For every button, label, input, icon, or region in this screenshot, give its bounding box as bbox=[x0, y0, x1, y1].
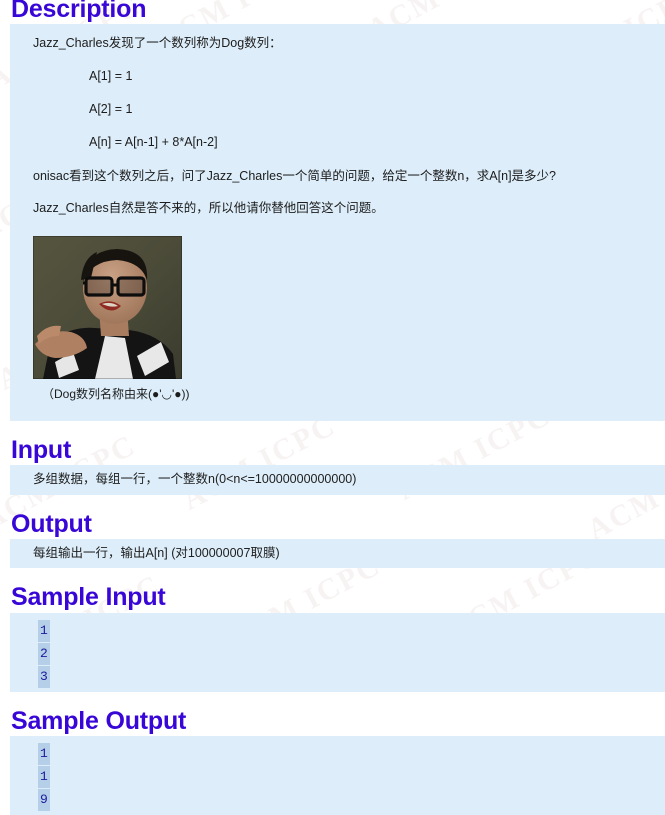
dog-origin-photo bbox=[33, 235, 182, 379]
sample-output-value: 1 bbox=[38, 742, 50, 765]
section-heading-sample-output: Sample Output bbox=[11, 706, 187, 735]
section-heading-sample-input: Sample Input bbox=[11, 583, 166, 612]
sample-output-line: 1 bbox=[10, 742, 665, 765]
section-heading-input: Input bbox=[11, 436, 72, 465]
output-content-block: 每组输出一行，输出A[n] (对100000007取膜) bbox=[10, 538, 665, 569]
formula-line-3: A[n] = A[n-1] + 8*A[n-2] bbox=[89, 135, 218, 150]
formula-line-2: A[2] = 1 bbox=[89, 102, 133, 116]
sample-input-value: 1 bbox=[38, 619, 50, 642]
sample-output-value: 1 bbox=[38, 765, 50, 788]
description-content-block: Jazz_Charles发现了一个数列称为Dog数列： A[1] = 1 A[2… bbox=[10, 24, 665, 422]
sample-output-content-block[interactable]: 1 1 9 bbox=[10, 735, 665, 815]
description-image-caption: （Dog数列名称由来(●'◡'●)) bbox=[42, 386, 190, 401]
sample-output-line: 9 bbox=[10, 788, 665, 811]
sample-input-content-block[interactable]: 1 2 3 bbox=[10, 612, 665, 692]
sample-output-value: 9 bbox=[38, 788, 50, 811]
description-paragraph-2: Jazz_Charles自然是答不来的，所以他请你替他回答这个问题。 bbox=[33, 201, 384, 216]
description-image-wrap bbox=[10, 231, 665, 379]
input-content-block: 多组数据，每组一行，一个整数n(0<n<=10000000000000) bbox=[10, 465, 665, 495]
sample-input-line: 2 bbox=[10, 642, 665, 665]
sample-input-value: 2 bbox=[38, 642, 50, 665]
sample-input-line: 1 bbox=[10, 619, 665, 642]
sample-input-value: 3 bbox=[38, 665, 50, 688]
section-heading-output: Output bbox=[11, 509, 92, 538]
section-heading-description: Description bbox=[11, 0, 147, 23]
description-paragraph-1: onisac看到这个数列之后，问了Jazz_Charles一个简单的问题，给定一… bbox=[33, 168, 556, 183]
sample-input-line: 3 bbox=[10, 665, 665, 688]
formula-line-1: A[1] = 1 bbox=[89, 68, 133, 83]
problem-statement-page: Description Jazz_Charles发现了一个数列称为Dog数列： … bbox=[0, 0, 665, 815]
description-intro-line: Jazz_Charles发现了一个数列称为Dog数列： bbox=[33, 36, 282, 51]
sample-output-line: 1 bbox=[10, 765, 665, 788]
